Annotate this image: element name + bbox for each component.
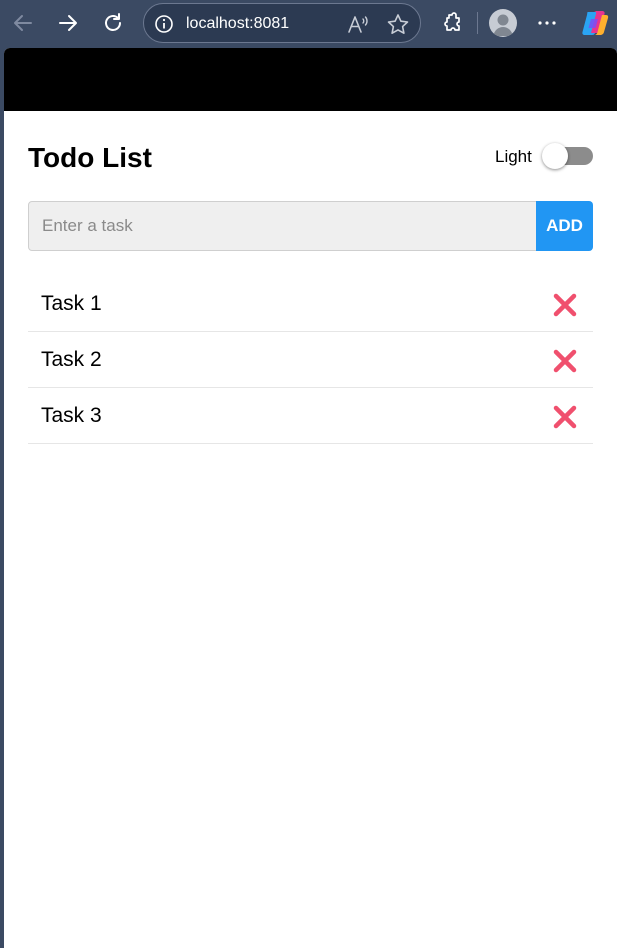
theme-toggle-switch[interactable] [542,143,594,169]
more-options-icon[interactable] [532,8,562,38]
extensions-icon[interactable] [437,8,467,38]
forward-icon[interactable] [53,8,83,38]
browser-toolbar: localhost:8081 [0,0,617,46]
cross-mark-icon [553,349,577,373]
cross-mark-icon [553,405,577,429]
page-title: Todo List [28,142,152,173]
list-item: Task 1 [28,276,593,332]
delete-task-button[interactable] [552,292,578,318]
delete-task-button[interactable] [552,348,578,374]
profile-avatar-icon[interactable] [489,9,517,37]
app-header-bar [4,48,617,111]
list-item: Task 2 [28,332,593,388]
site-info-icon[interactable] [154,14,174,34]
task-text: Task 2 [41,348,102,371]
address-bar[interactable]: localhost:8081 [143,3,421,43]
task-list: Task 1 Task 2 Task 3 [28,276,593,444]
task-text: Task 3 [41,404,102,427]
url-text: localhost:8081 [186,15,290,32]
theme-label: Light [495,147,532,166]
refresh-icon[interactable] [98,8,128,38]
add-button[interactable]: ADD [536,201,593,251]
back-icon[interactable] [8,8,38,38]
page-viewport: Todo List Light ADD Task 1 Task 2 Task 3 [4,48,617,948]
task-text: Task 1 [41,292,102,315]
toggle-knob [542,143,568,169]
task-input[interactable] [28,201,537,251]
toolbar-separator [477,12,478,34]
copilot-icon[interactable] [580,9,610,37]
read-aloud-icon[interactable] [346,13,370,35]
cross-mark-icon [553,293,577,317]
delete-task-button[interactable] [552,404,578,430]
list-item: Task 3 [28,388,593,444]
favorite-star-icon[interactable] [386,13,410,35]
